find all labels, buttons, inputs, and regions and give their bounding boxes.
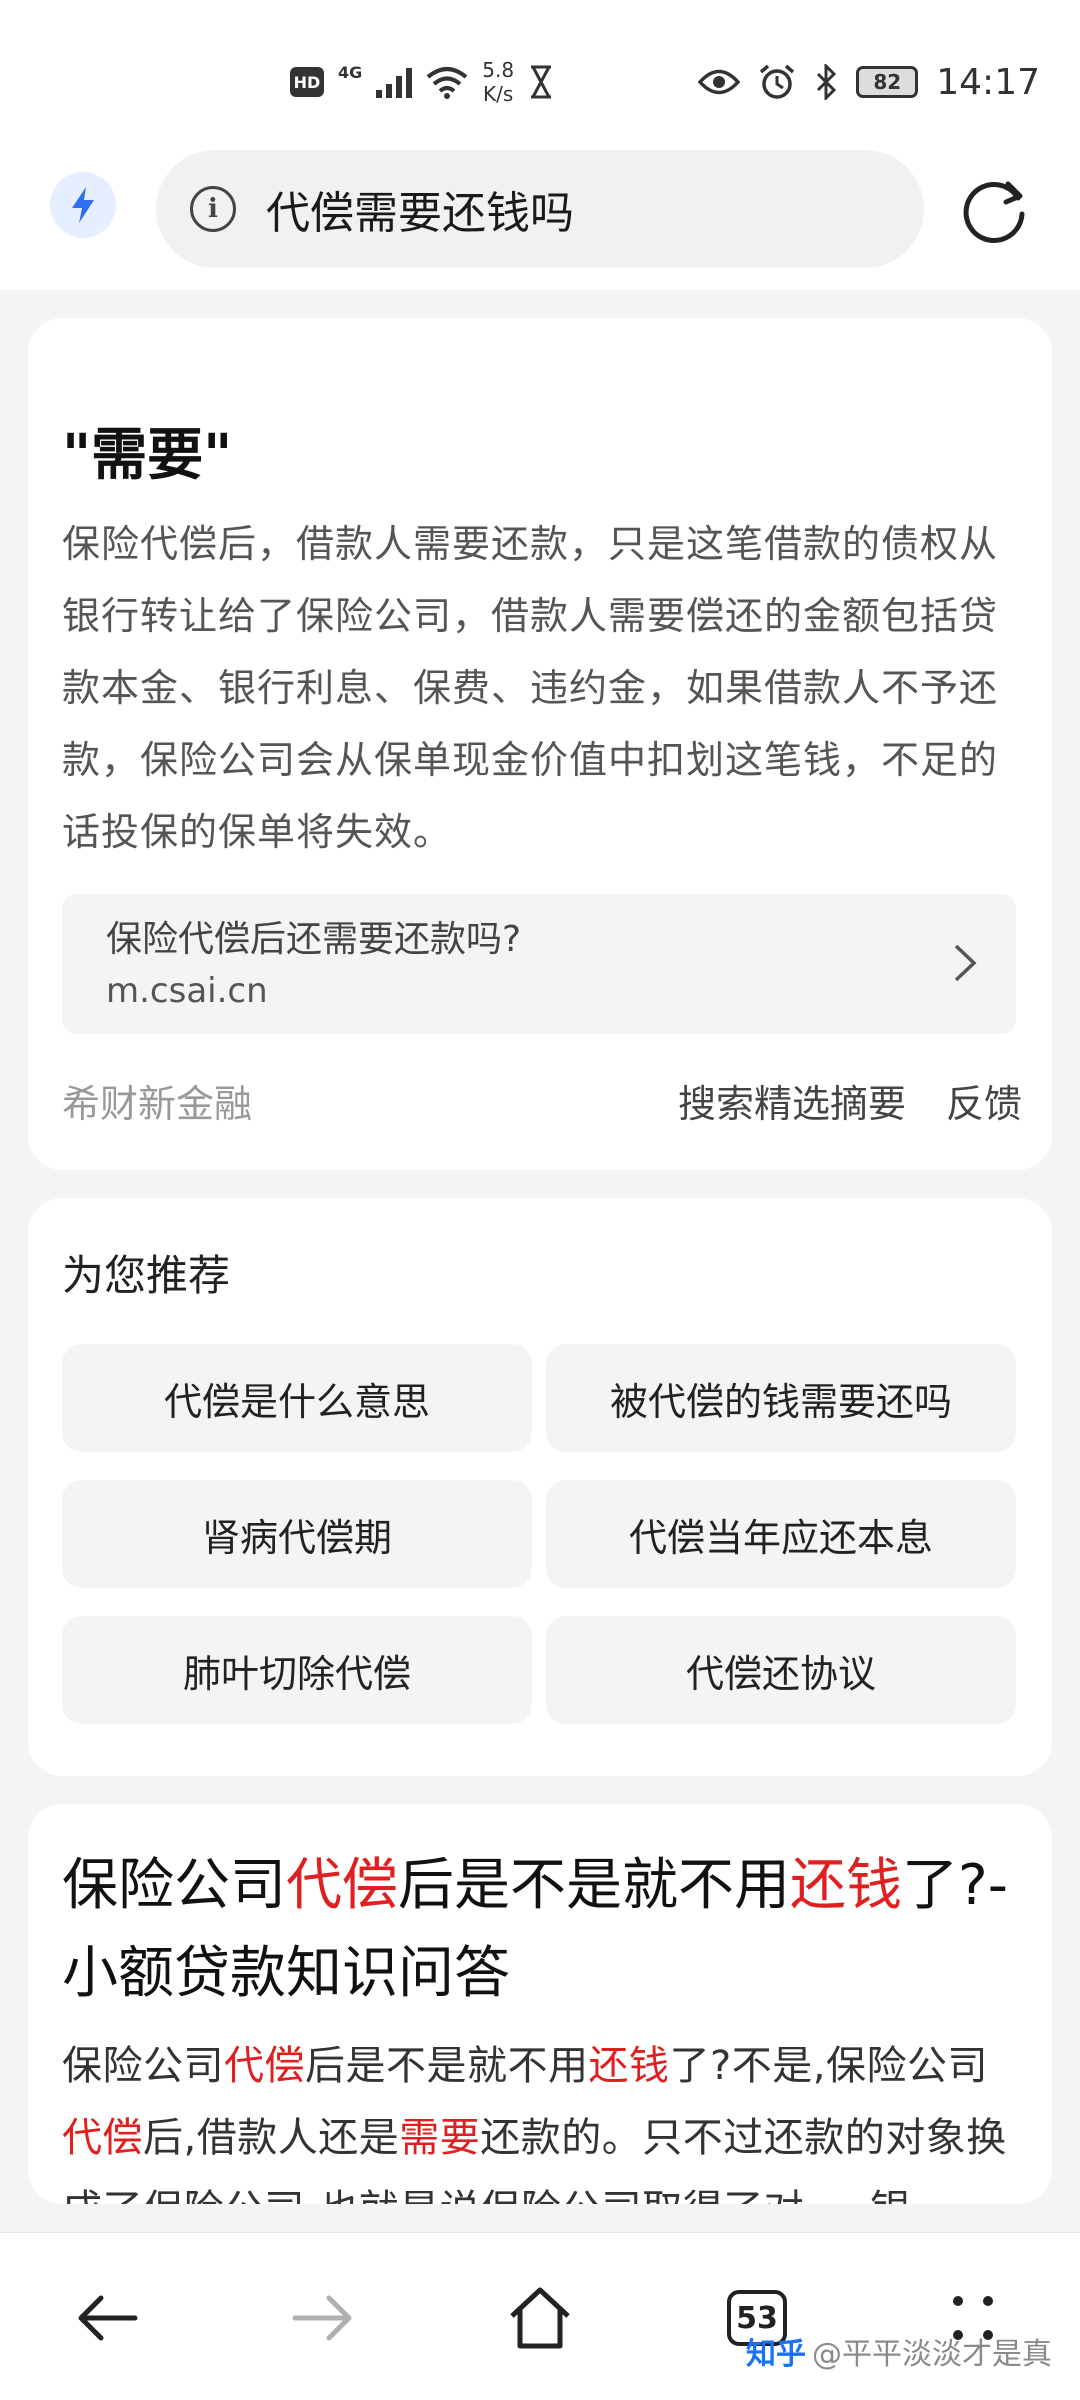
snippet-highlight: 需要 xyxy=(399,2115,481,2161)
result-title[interactable]: 保险公司代偿后是不是就不用还钱了?-小额贷款知识问答 xyxy=(62,1842,1042,2018)
signal-icon xyxy=(376,66,413,98)
chevron-right-icon xyxy=(954,944,977,982)
recommend-grid: 代偿是什么意思 被代偿的钱需要还吗 肾病代偿期 代偿当年应还本息 肺叶切除代偿 … xyxy=(62,1344,1016,1724)
snippet-text: 后是不是就不用 xyxy=(305,2043,589,2089)
lightning-icon xyxy=(72,187,94,223)
source-domain: m.csai.cn xyxy=(106,971,268,1011)
recommend-item[interactable]: 被代偿的钱需要还吗 xyxy=(546,1344,1016,1452)
source-name[interactable]: 希财新金融 xyxy=(62,1073,252,1128)
snippet-text: 保险公司 xyxy=(62,2043,224,2089)
home-icon xyxy=(510,2287,570,2349)
back-button[interactable] xyxy=(62,2273,152,2363)
url-query-text[interactable]: 代偿需要还钱吗 xyxy=(266,177,574,241)
info-icon[interactable]: i xyxy=(190,186,236,232)
feedback-button[interactable]: 反馈 xyxy=(946,1073,1022,1128)
result-title-text: 保险公司 xyxy=(62,1853,286,1918)
eye-icon xyxy=(698,69,741,95)
net-speed: 5.8 K/s xyxy=(482,58,514,106)
status-bar: HD 4G 5.8 K/s 82 14:17 xyxy=(0,0,1080,150)
arrow-right-icon xyxy=(292,2295,352,2341)
clock: 14:17 xyxy=(936,61,1040,103)
answer-footer: 希财新金融 搜索精选摘要 反馈 xyxy=(62,1070,1022,1130)
recommend-item[interactable]: 代偿还协议 xyxy=(546,1616,1016,1724)
watermark-text: @平平淡淡才是真 xyxy=(812,2337,1052,2372)
alarm-icon xyxy=(760,64,795,99)
hourglass-icon xyxy=(531,65,552,99)
snippet-highlight: 代偿 xyxy=(224,2043,305,2089)
result-snippet: 保险公司代偿后是不是就不用还钱了?不是,保险公司代偿后,借款人还是需要还款的。只… xyxy=(62,2030,1022,2204)
bottom-nav: 53 知乎 @平平淡淡才是真 xyxy=(0,2232,1080,2400)
address-bar: i 代偿需要还钱吗 xyxy=(0,150,1080,290)
wifi-icon xyxy=(426,67,468,99)
net-speed-value: 5.8 xyxy=(482,58,515,82)
forward-button[interactable] xyxy=(278,2273,368,2363)
recommend-item[interactable]: 肺叶切除代偿 xyxy=(62,1616,532,1724)
watermark-logo: 知乎 xyxy=(746,2337,806,2372)
watermark: 知乎 @平平淡淡才是真 xyxy=(746,2329,1052,2373)
search-result-card[interactable]: 保险公司代偿后是不是就不用还钱了?-小额贷款知识问答 保险公司代偿后是不是就不用… xyxy=(28,1804,1052,2204)
home-button[interactable] xyxy=(495,2273,585,2363)
network-type: 4G xyxy=(338,62,363,82)
snippet-highlight: 还钱 xyxy=(588,2043,670,2089)
featured-label: 搜索精选摘要 xyxy=(677,1081,906,1126)
result-title-highlight: 代偿 xyxy=(286,1853,398,1918)
result-title-highlight: 还钱 xyxy=(790,1853,902,1918)
snippet-text: 后,借款人还是 xyxy=(143,2115,400,2161)
snippet-text: 了?不是,保险公司 xyxy=(669,2043,988,2089)
answer-title: "需要" xyxy=(62,423,233,488)
battery-icon: 82 xyxy=(856,66,919,98)
result-title-text: 后是不是就不用 xyxy=(398,1853,790,1918)
recommend-item[interactable]: 代偿当年应还本息 xyxy=(546,1480,1016,1588)
answer-body: 保险代偿后，借款人需要还款，只是这笔借款的债权从银行转让给了保险公司，借款人需要… xyxy=(62,522,999,854)
source-title: 保险代偿后还需要还款吗? xyxy=(106,919,522,960)
recommend-card: 为您推荐 代偿是什么意思 被代偿的钱需要还吗 肾病代偿期 代偿当年应还本息 肺叶… xyxy=(28,1198,1052,1776)
reload-icon[interactable] xyxy=(960,174,1030,244)
speed-mode-button[interactable] xyxy=(50,172,116,238)
snippet-highlight: 代偿 xyxy=(62,2115,143,2161)
arrow-left-icon xyxy=(78,2295,138,2341)
answer-footer-actions: 搜索精选摘要 反馈 xyxy=(678,1073,1022,1128)
bluetooth-icon xyxy=(817,64,837,100)
net-speed-unit: K/s xyxy=(483,82,514,106)
status-right: 82 14:17 xyxy=(698,52,1040,112)
recommend-item[interactable]: 代偿是什么意思 xyxy=(62,1344,532,1452)
recommend-item[interactable]: 肾病代偿期 xyxy=(62,1480,532,1588)
url-bar[interactable]: i 代偿需要还钱吗 xyxy=(156,150,924,268)
featured-answer-card: "需要" 保险代偿后，借款人需要还款，只是这笔借款的债权从银行转让给了保险公司，… xyxy=(28,318,1052,1170)
hd-badge: HD xyxy=(290,67,324,97)
status-left: HD 4G 5.8 K/s xyxy=(290,52,554,112)
recommend-title: 为您推荐 xyxy=(62,1251,231,1300)
source-link[interactable]: 保险代偿后还需要还款吗? m.csai.cn xyxy=(62,894,1016,1034)
